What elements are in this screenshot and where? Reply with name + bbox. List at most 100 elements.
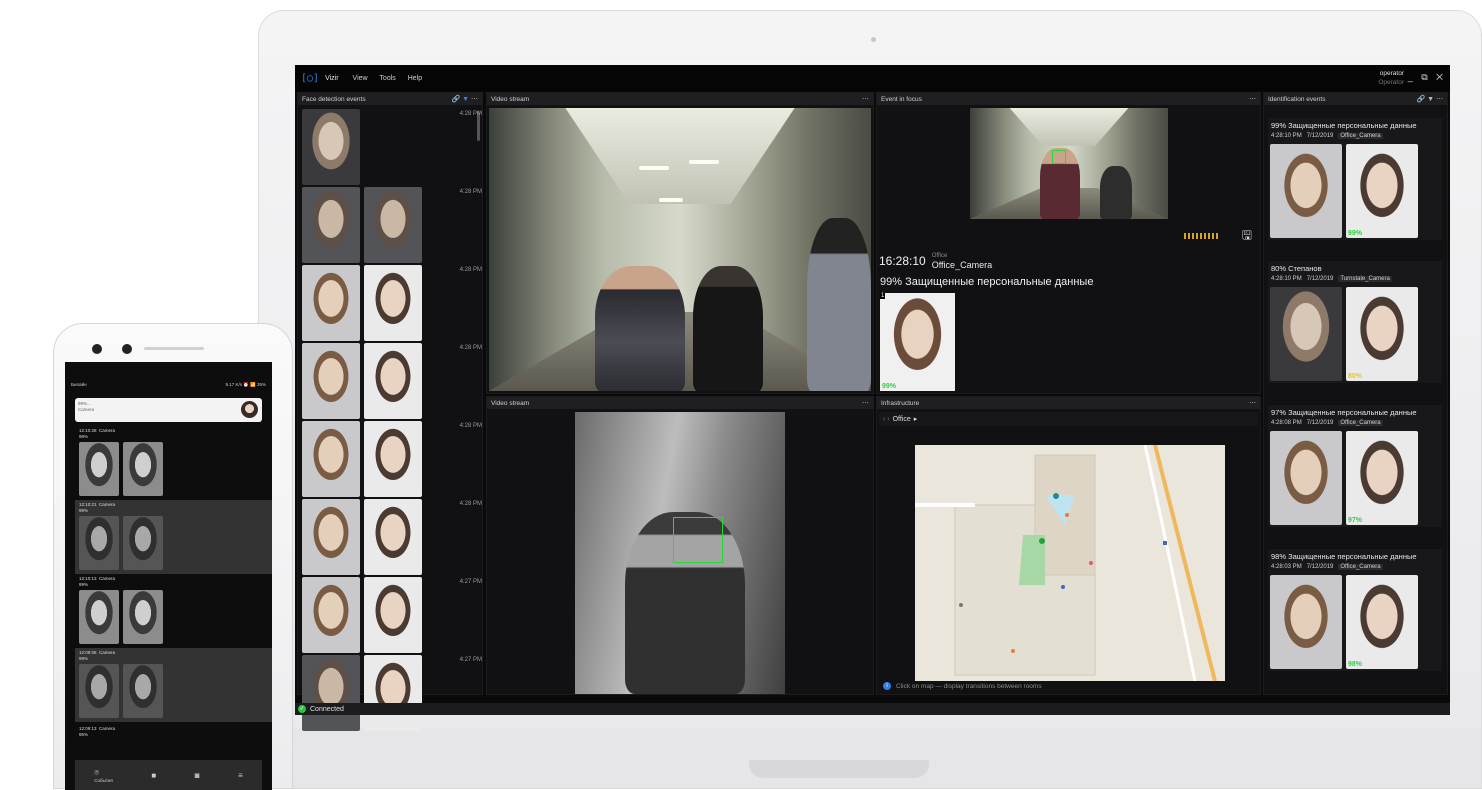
phone-event[interactable]: 12:10:13 Camera 99% <box>75 574 272 648</box>
check-icon: ✓ <box>298 705 306 713</box>
match-percent: 80% <box>1348 373 1363 380</box>
floor-map[interactable] <box>915 444 1225 682</box>
face-thumbnail[interactable] <box>123 590 163 644</box>
face-thumbnail[interactable] <box>79 590 119 644</box>
list-item[interactable]: 4:28 PM <box>302 499 482 577</box>
reference-face[interactable]: 80% <box>1346 287 1418 381</box>
phone-notification[interactable]: 99%... Camera <box>75 398 262 422</box>
face-thumbnail[interactable] <box>79 442 119 496</box>
card-title: 80% Степанов <box>1271 264 1322 273</box>
video-icon[interactable]: ■ <box>151 771 156 780</box>
face-thumbnail[interactable] <box>302 421 360 497</box>
list-item[interactable]: 4:28 PM <box>302 421 482 499</box>
face-thumbnail[interactable] <box>364 499 422 575</box>
list-item[interactable]: 4:28 PM <box>302 109 482 187</box>
event-pct: 98% <box>79 434 89 439</box>
face-thumbnail[interactable] <box>302 187 360 263</box>
card-faces: 98% <box>1268 573 1442 671</box>
focus-time: 16:28:10 <box>879 254 926 268</box>
face-thumbnail[interactable] <box>364 655 422 731</box>
menu-help[interactable]: Help <box>408 75 422 82</box>
more-icon[interactable]: ⋯ <box>471 96 478 103</box>
reference-face[interactable]: 97% <box>1346 431 1418 525</box>
event-time: 4:27 PM <box>459 657 482 663</box>
more-icon[interactable]: ⋯ <box>1436 96 1443 103</box>
phone-event[interactable]: 12:09:13 Camera 95% <box>75 724 272 754</box>
window-controls[interactable]: _ ⧉ ✕ <box>1408 72 1446 83</box>
face-thumbnail[interactable] <box>302 265 360 341</box>
menu-icon[interactable]: ≡ <box>238 771 243 780</box>
filter-icon[interactable]: ▼ <box>1427 96 1434 103</box>
face-thumbnail[interactable] <box>123 516 163 570</box>
list-item[interactable]: 4:28 PM <box>302 265 482 343</box>
video-ceiling <box>1009 108 1129 146</box>
phone-event[interactable]: 12:10:28 Camera 98% <box>75 426 272 500</box>
list-item[interactable]: 4:27 PM <box>302 577 482 655</box>
face-thumbnail[interactable] <box>302 577 360 653</box>
list-item[interactable]: 4:28 PM <box>302 187 482 265</box>
phone-bottom-nav: ⌾ События ■ ◙ ≡ <box>75 760 262 790</box>
video-frame-corridor[interactable] <box>489 108 871 391</box>
event-pct: 95% <box>79 732 89 737</box>
reference-face[interactable]: 98% <box>1346 575 1418 669</box>
face-thumbnail[interactable] <box>123 442 163 496</box>
more-icon[interactable]: ⋯ <box>862 95 869 103</box>
detected-face[interactable] <box>1270 287 1342 381</box>
list-item[interactable]: 4:27 PM <box>302 655 482 733</box>
face-thumbnail[interactable] <box>364 343 422 419</box>
face-thumbnail[interactable] <box>79 516 119 570</box>
face-thumbnail[interactable] <box>302 655 360 731</box>
menu-view[interactable]: View <box>353 75 368 82</box>
card-date: 7/12/2019 <box>1306 564 1334 570</box>
ceiling-light <box>689 160 719 164</box>
filter-icon[interactable]: ▼ <box>462 96 469 103</box>
face-thumbnail[interactable] <box>123 664 163 718</box>
camera-icon[interactable]: ◙ <box>195 771 200 780</box>
card-title: 97% Защищенные персональные данные <box>1271 408 1417 417</box>
focus-video-frame[interactable] <box>970 108 1168 219</box>
more-icon[interactable]: ⋯ <box>1249 95 1256 103</box>
face-thumbnail[interactable] <box>364 187 422 263</box>
save-icon[interactable]: 🖫 <box>1242 226 1252 247</box>
menu-tools[interactable]: Tools <box>379 75 395 82</box>
event-pct: 99% <box>79 508 89 513</box>
detected-face[interactable] <box>1270 431 1342 525</box>
person-figure <box>595 266 685 391</box>
more-icon[interactable]: ⋯ <box>1249 399 1256 407</box>
reference-face[interactable]: 99% <box>1346 144 1418 238</box>
map-graphic <box>915 444 1225 682</box>
focus-event-info: 16:28:10 Office Office_Camera <box>879 249 1258 273</box>
list-item[interactable]: 4:28 PM <box>302 343 482 421</box>
user-info[interactable]: operator Operator <box>1378 69 1404 87</box>
person-figure <box>693 266 763 391</box>
face-thumbnail[interactable] <box>364 577 422 653</box>
face-thumbnail[interactable] <box>364 421 422 497</box>
detected-face[interactable] <box>1270 575 1342 669</box>
phone-event[interactable]: 12:09:06 Camera 99% <box>75 648 272 722</box>
more-icon[interactable]: ⋯ <box>862 399 869 407</box>
link-icon[interactable]: 🔗 <box>1416 96 1425 103</box>
face-thumbnail[interactable] <box>302 343 360 419</box>
face-thumbnail[interactable] <box>302 109 360 185</box>
link-icon[interactable]: 🔗 <box>451 96 460 103</box>
event-time: 4:28 PM <box>459 111 482 117</box>
panel-header: Face detection events 🔗 ▼ ⋯ <box>298 93 482 105</box>
phone-sensor <box>122 344 132 354</box>
photo-index: 1 <box>880 293 886 299</box>
identification-card[interactable]: 99% Защищенные персональные данные 4:28:… <box>1268 118 1442 240</box>
phone-event[interactable]: 12:10:21 Camera 99% <box>75 500 272 574</box>
event-time: 4:28 PM <box>459 423 482 429</box>
back-icon[interactable]: ‹ › <box>883 416 890 423</box>
identification-card[interactable]: 80% Степанов 4:28:10 PM 7/12/2019 Turnstal… <box>1268 261 1442 383</box>
video-frame-entrance[interactable] <box>575 412 785 694</box>
breadcrumb-office[interactable]: Office <box>893 416 911 423</box>
face-thumbnail[interactable] <box>79 664 119 718</box>
identification-card[interactable]: 98% Защищенные персональные данные 4:28:… <box>1268 549 1442 671</box>
face-thumbnail[interactable] <box>302 499 360 575</box>
nav-events[interactable]: ⌾ События <box>94 768 113 783</box>
detected-face[interactable] <box>1270 144 1342 238</box>
chevron-right-icon[interactable]: ▸ <box>914 415 918 423</box>
identification-card[interactable]: 97% Защищенные персональные данные 4:28:… <box>1268 405 1442 527</box>
matched-face-photo[interactable]: 1 99% <box>880 293 955 391</box>
face-thumbnail[interactable] <box>364 265 422 341</box>
